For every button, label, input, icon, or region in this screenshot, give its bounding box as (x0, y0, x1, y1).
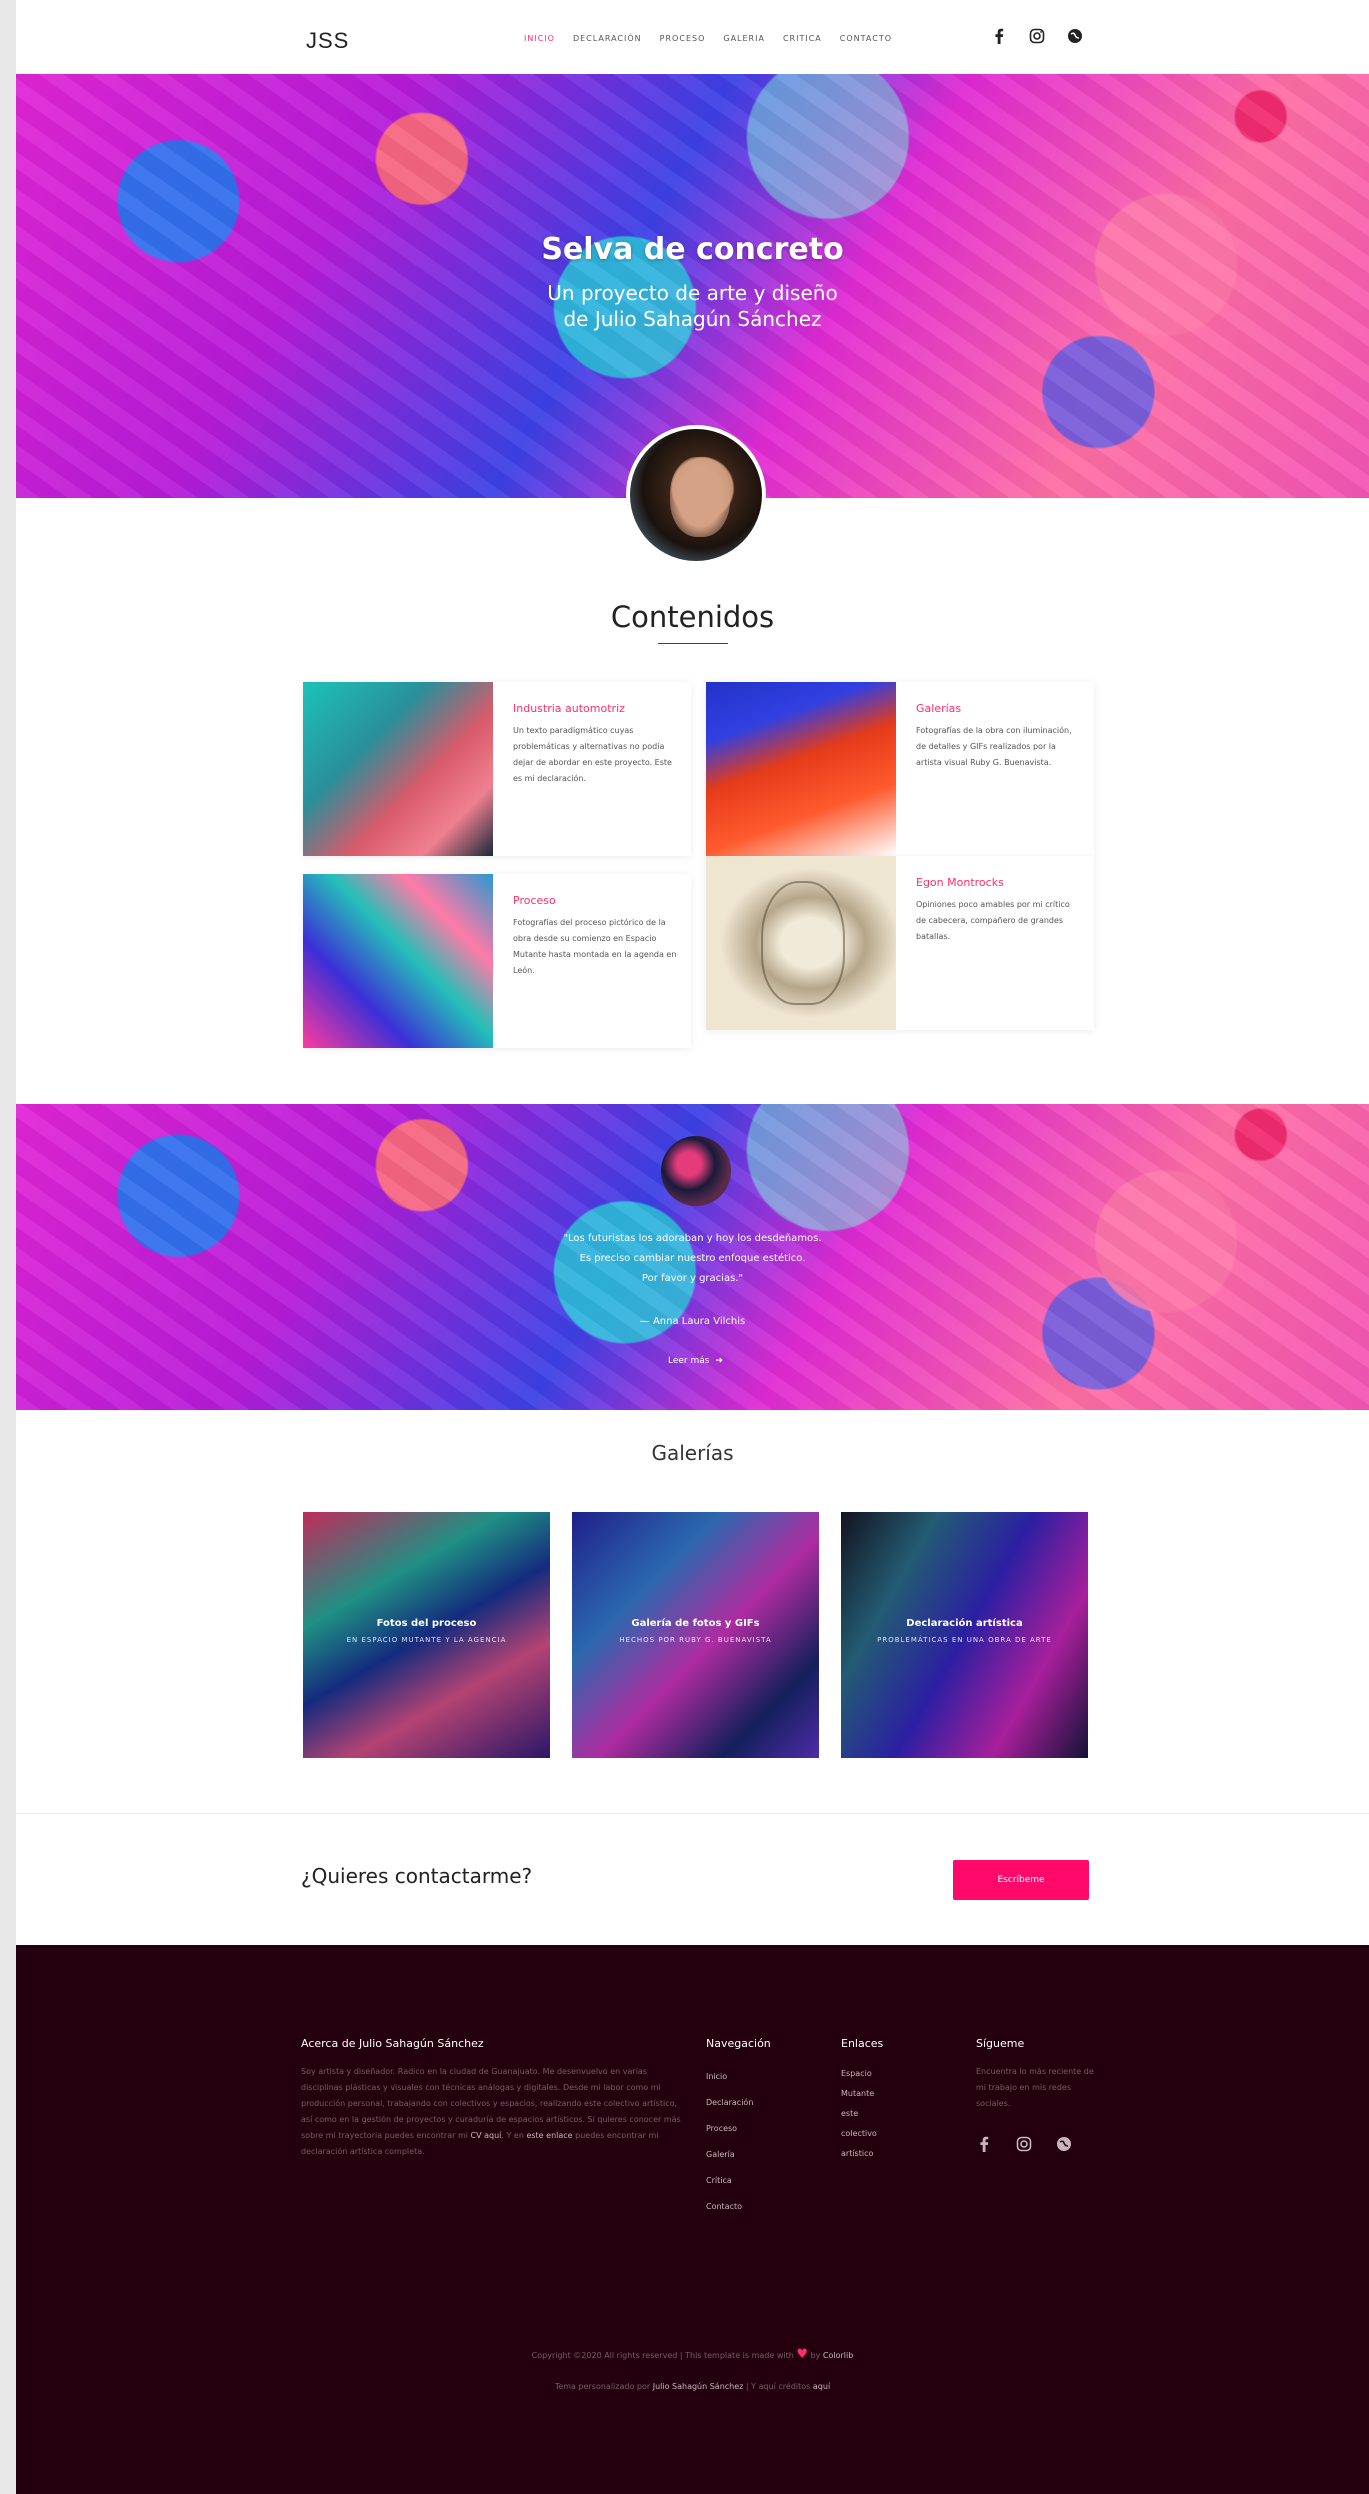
galerias-title: Galerías (651, 1441, 734, 1465)
footer-social-links (976, 2136, 1106, 2152)
footer-link-declaracion[interactable]: Declaración (706, 2090, 806, 2116)
testimonial-section: "Los futuristas los adoraban y hoy los d… (16, 1104, 1369, 1410)
content-card[interactable]: Galerías Fotografías de la obra con ilum… (706, 682, 1094, 856)
social-links-top (991, 28, 1083, 44)
gallery-title[interactable]: Fotos del proceso (303, 1618, 550, 1629)
cv-link[interactable]: CV aquí (471, 2131, 502, 2140)
hero-title: Selva de concreto (541, 232, 844, 267)
content-card[interactable]: Proceso Fotografías del proceso pictóric… (303, 874, 691, 1048)
menu-item-declaracion[interactable]: DECLARACIÓN (573, 34, 642, 43)
footer-about-title: Acerca de Julio Sahagún Sánchez (301, 2037, 484, 2050)
main-menu: INICIO DECLARACIÓN PROCESO GALERIA CRITI… (524, 34, 892, 43)
site-logo[interactable]: JSS (306, 28, 349, 54)
menu-item-proceso[interactable]: PROCESO (660, 34, 706, 43)
footer-follow: Sígueme Encuentra lo más reciente de mi … (976, 2037, 1106, 2152)
quote-author: — Anna Laura Vilchis (639, 1316, 746, 1327)
footer-link-proceso[interactable]: Proceso (706, 2116, 806, 2142)
footer-about: Acerca de Julio Sahagún Sánchez Soy arti… (301, 2037, 681, 2160)
footer-link-contacto[interactable]: Contacto (706, 2194, 806, 2220)
contenidos-title: Contenidos (610, 600, 775, 634)
instagram-icon[interactable] (1016, 2136, 1032, 2152)
card-description: Un texto paradigmático cuyas problemátic… (513, 726, 672, 783)
heart-icon: ♥ (796, 2347, 808, 2362)
card-title[interactable]: Proceso (513, 894, 678, 907)
gallery-tile[interactable]: Fotos del proceso EN ESPACIO MUTANTE Y L… (303, 1512, 550, 1758)
menu-item-galeria[interactable]: GALERIA (723, 34, 765, 43)
card-description: Fotografías del proceso pictórico de la … (513, 918, 677, 975)
statement-link[interactable]: este enlace (526, 2131, 572, 2140)
gallery-tile[interactable]: Declaración artística PROBLEMÁTICAS EN U… (841, 1512, 1088, 1758)
card-title[interactable]: Industria automotriz (513, 702, 678, 715)
facebook-icon[interactable] (976, 2136, 992, 2152)
footer-links-title: Enlaces (841, 2037, 884, 2050)
footer-link-colectivo[interactable]: este (841, 2104, 941, 2124)
content-card[interactable]: Industria automotriz Un texto paradigmát… (303, 682, 691, 856)
card-thumbnail[interactable] (303, 682, 493, 856)
gallery-title[interactable]: Declaración artística (841, 1618, 1088, 1629)
divider (16, 1813, 1369, 1814)
footer: Acerca de Julio Sahagún Sánchez Soy arti… (16, 1945, 1369, 2494)
hero-subtitle: Un proyecto de arte y diseño de Julio Sa… (547, 281, 838, 331)
gallery-tile[interactable]: Galería de fotos y GIFs HECHOS POR RUBY … (572, 1512, 819, 1758)
page: JSS INICIO DECLARACIÓN PROCESO GALERIA C… (16, 0, 1369, 2494)
theme-credit-line: Tema personalizado por Julio Sahagún Sán… (554, 2382, 831, 2391)
footer-about-text: Soy artista y diseñador. Radico en la ci… (301, 2067, 681, 2156)
top-nav: JSS INICIO DECLARACIÓN PROCESO GALERIA C… (16, 0, 1369, 74)
quote-avatar (661, 1136, 731, 1206)
instagram-icon[interactable] (1029, 28, 1045, 44)
credits-link[interactable]: aquí (813, 2382, 830, 2391)
card-thumbnail[interactable] (706, 856, 896, 1030)
author-link[interactable]: Julio Sahagún Sánchez (653, 2382, 744, 2391)
gallery-subtitle: PROBLEMÁTICAS EN UNA OBRA DE ARTE (877, 1636, 1052, 1644)
menu-item-contacto[interactable]: CONTACTO (840, 34, 892, 43)
globe-icon[interactable] (1056, 2136, 1072, 2152)
author-avatar (626, 425, 766, 565)
content-card[interactable]: Egon Montrocks Opiniones poco amables po… (706, 856, 1094, 1030)
card-description: Fotografías de la obra con iluminación, … (916, 726, 1072, 767)
card-thumbnail[interactable] (706, 682, 896, 856)
globe-icon[interactable] (1067, 28, 1083, 44)
footer-nav-title: Navegación (706, 2037, 771, 2050)
footer-link-colectivo[interactable]: colectivo (841, 2124, 941, 2144)
facebook-icon[interactable] (991, 28, 1007, 44)
contact-button[interactable]: Escríbeme (953, 1860, 1089, 1900)
footer-link-colectivo[interactable]: artístico (841, 2144, 941, 2164)
card-thumbnail[interactable] (303, 874, 493, 1048)
gallery-subtitle: EN ESPACIO MUTANTE Y LA AGENCIA (346, 1636, 507, 1644)
footer-follow-text: Encuentra lo más reciente de mi trabajo … (976, 2067, 1094, 2108)
footer-link-mutante[interactable]: Mutante (841, 2084, 941, 2104)
copyright-line: Copyright ©2020 All rights reserved | Th… (531, 2347, 854, 2362)
footer-follow-title: Sígueme (976, 2037, 1025, 2050)
card-description: Opiniones poco amables por mi crítico de… (916, 900, 1070, 941)
title-underline (658, 643, 728, 644)
footer-link-galeria[interactable]: Galería (706, 2142, 806, 2168)
footer-enlaces: Enlaces Espacio Mutante este colectivo a… (841, 2037, 941, 2164)
read-more-link[interactable]: Leer más ➜ (668, 1356, 723, 1366)
footer-link-espacio[interactable]: Espacio (841, 2064, 941, 2084)
gallery-title[interactable]: Galería de fotos y GIFs (572, 1618, 819, 1629)
card-title[interactable]: Egon Montrocks (916, 876, 1081, 889)
footer-navigation: Navegación Inicio Declaración Proceso Ga… (706, 2037, 806, 2220)
gallery-subtitle: HECHOS POR RUBY G. BUENAVISTA (619, 1636, 772, 1644)
arrow-right-icon: ➜ (715, 1356, 724, 1366)
menu-item-inicio[interactable]: INICIO (524, 34, 555, 43)
menu-item-critica[interactable]: CRITICA (783, 34, 822, 43)
colorlib-link[interactable]: Colorlib (823, 2351, 853, 2360)
footer-link-critica[interactable]: Crítica (706, 2168, 806, 2194)
card-title[interactable]: Galerías (916, 702, 1081, 715)
contact-question: ¿Quieres contactarme? (301, 1864, 533, 1888)
quote-text: "Los futuristas los adoraban y hoy los d… (563, 1233, 822, 1284)
footer-link-inicio[interactable]: Inicio (706, 2064, 806, 2090)
